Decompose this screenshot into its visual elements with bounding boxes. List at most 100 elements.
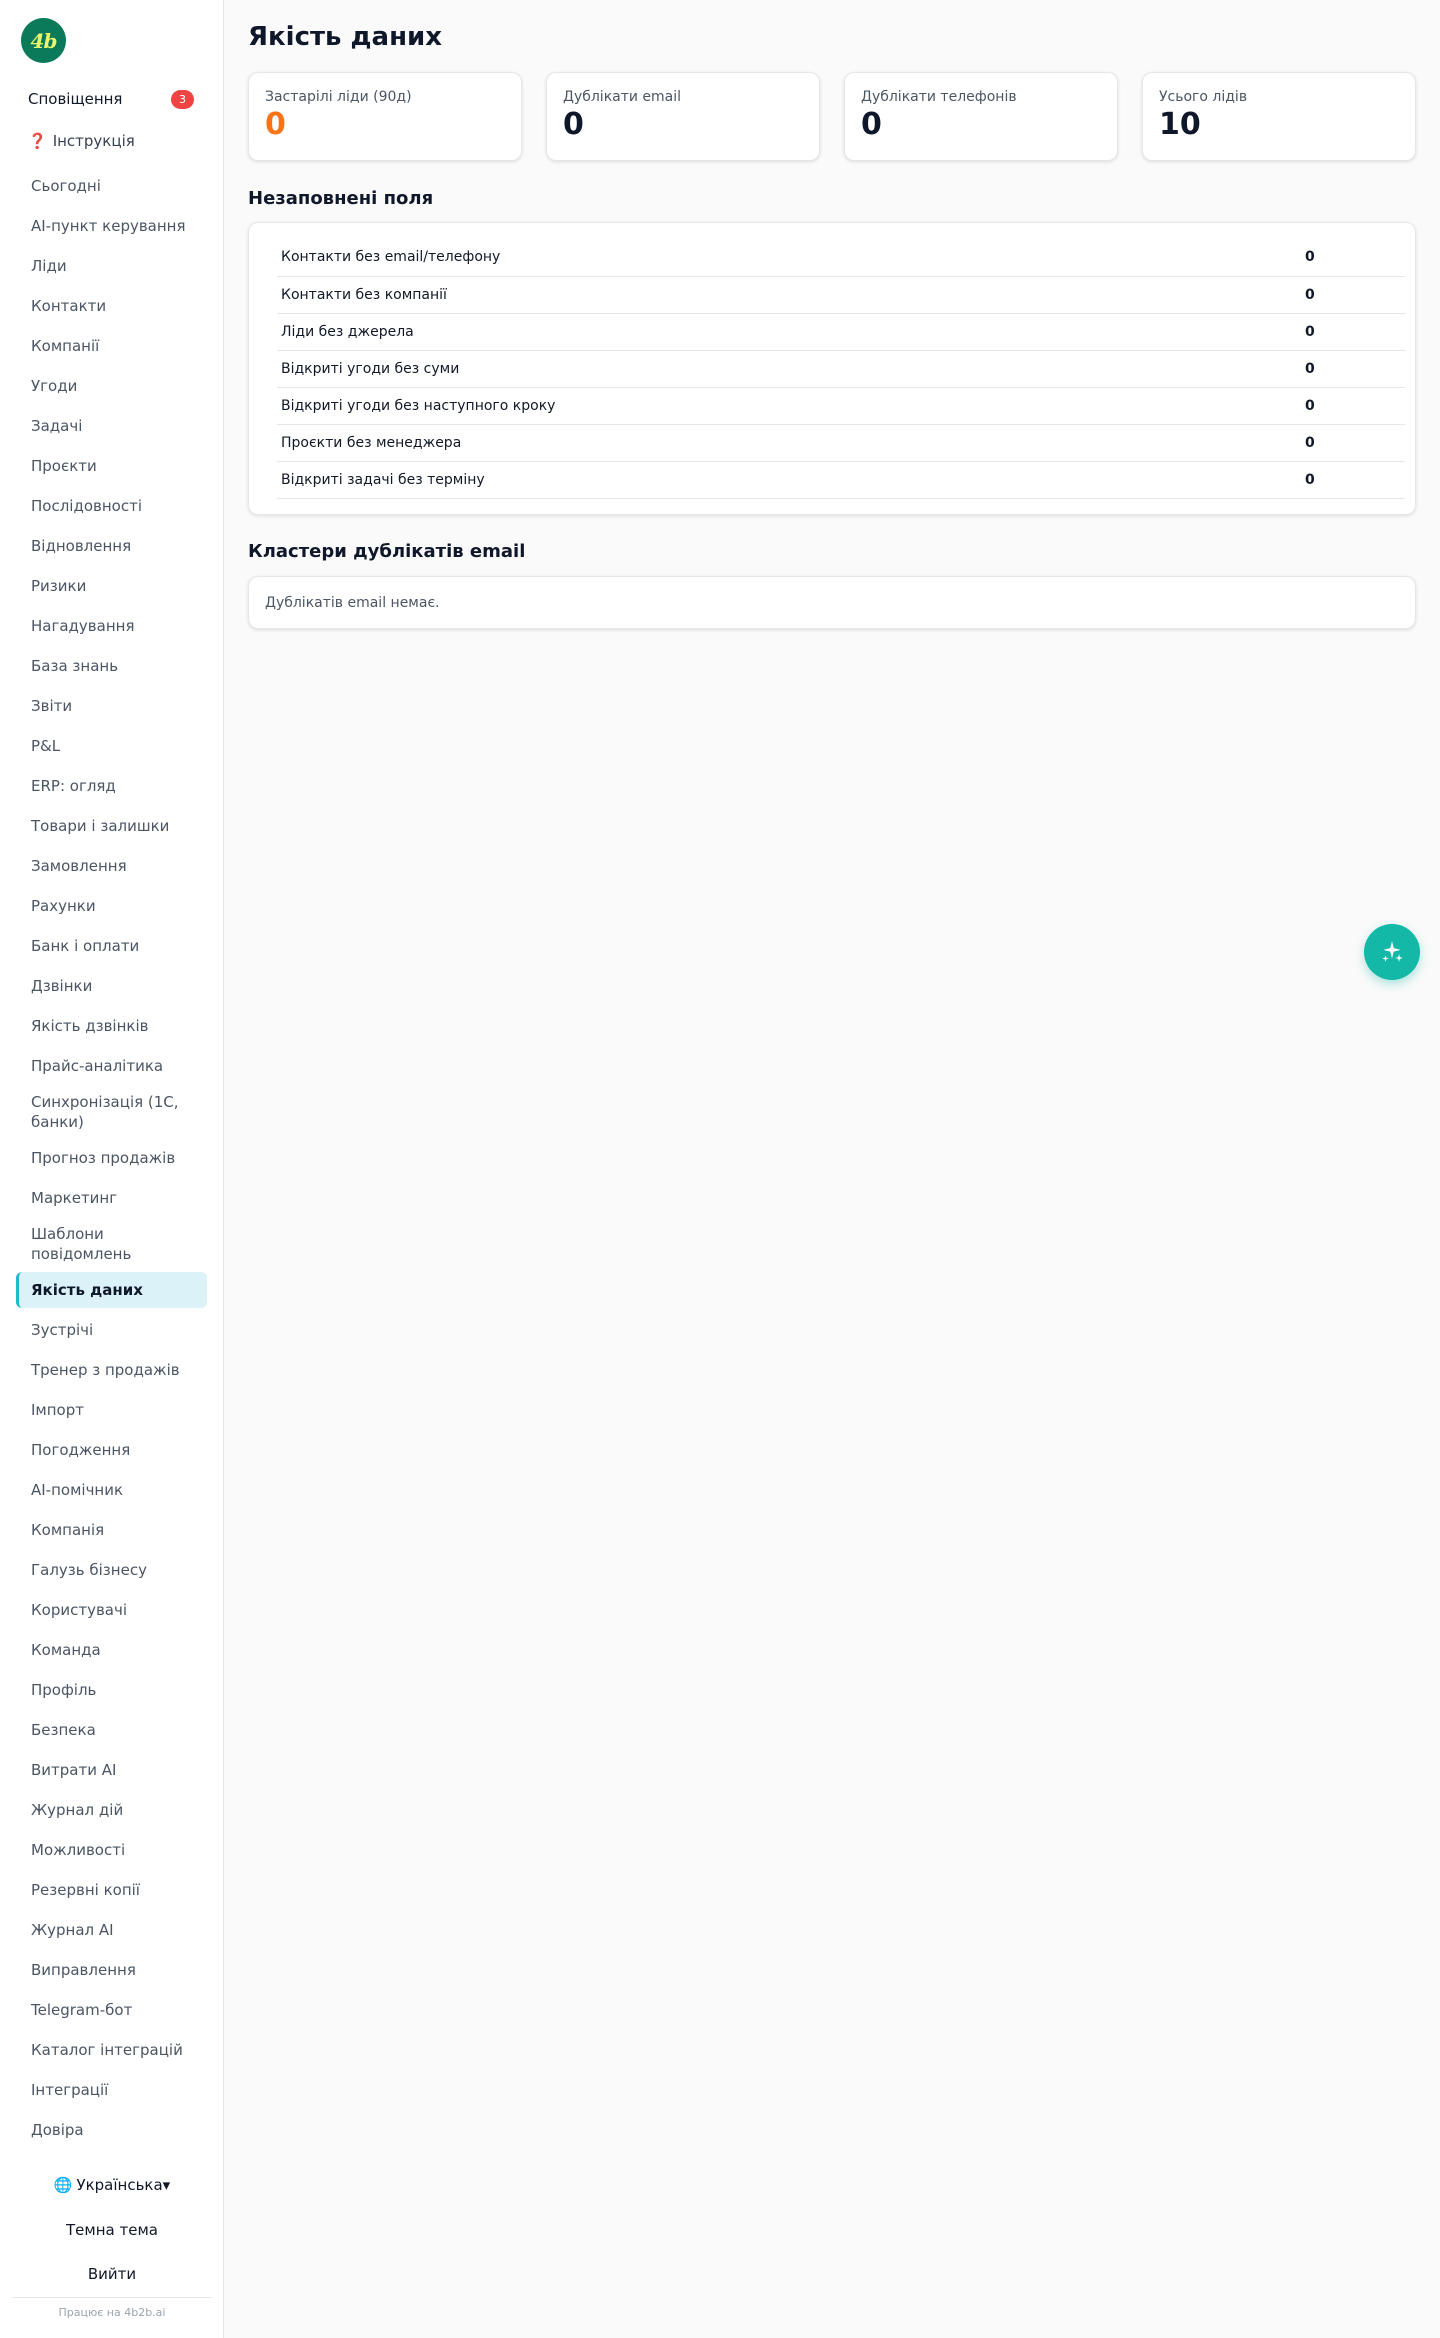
sidebar-item[interactable]: Можливості xyxy=(16,1832,207,1868)
sidebar-item[interactable]: Ліди xyxy=(16,248,207,284)
sidebar-item[interactable]: Витрати AI xyxy=(16,1752,207,1788)
sidebar-item[interactable]: Компанії xyxy=(16,328,207,364)
sidebar-item[interactable]: Звіти xyxy=(16,688,207,724)
stat-card-stale-leads: Застарілі ліди (90д) 0 xyxy=(248,72,522,161)
sidebar-item[interactable]: Ризики xyxy=(16,568,207,604)
sidebar-item[interactable]: Послідовності xyxy=(16,488,207,524)
table-row: Проєкти без менеджера 0 xyxy=(277,424,1405,462)
sidebar-divider xyxy=(12,2297,212,2298)
stat-card-total-leads: Усього лідів 10 xyxy=(1142,72,1416,161)
sidebar-item[interactable]: Компанія xyxy=(16,1512,207,1548)
sidebar-item[interactable]: Задачі xyxy=(16,408,207,444)
stat-card-email-duplicates: Дублікати email 0 xyxy=(546,72,820,161)
sidebar-item[interactable]: Товари і залишки xyxy=(16,808,207,844)
missing-field-label: Контакти без email/телефону xyxy=(277,239,1301,277)
email-duplicates-card: Дублікатів email немає. xyxy=(248,576,1416,629)
logo-text: 4b xyxy=(30,28,58,53)
missing-field-count: 0 xyxy=(1301,387,1405,425)
sidebar-item[interactable]: Користувачі xyxy=(16,1592,207,1628)
powered-by: Працює на 4b2b.ai xyxy=(58,2306,166,2319)
missing-fields-table: Контакти без email/телефону 0 Контакти без… xyxy=(277,239,1405,499)
sidebar-item[interactable]: Погодження xyxy=(16,1432,207,1468)
sidebar-item[interactable]: Прайс-аналітика xyxy=(16,1048,207,1084)
sidebar-item[interactable]: Команда xyxy=(16,1632,207,1668)
sidebar-item[interactable]: Журнал AI xyxy=(16,1912,207,1948)
stat-card-phone-duplicates: Дублікати телефонів 0 xyxy=(844,72,1118,161)
sidebar-item[interactable]: Дзвінки xyxy=(16,968,207,1004)
sidebar-item[interactable]: Сьогодні xyxy=(16,168,207,204)
app-logo[interactable]: 4b xyxy=(21,18,66,63)
stat-label: Усього лідів xyxy=(1159,89,1248,105)
instructions-label: Інструкція xyxy=(52,132,135,150)
stat-value: 0 xyxy=(265,107,286,142)
sidebar-item[interactable]: Синхронізація (1С, банки) xyxy=(16,1088,207,1136)
logout-button[interactable]: Вийти xyxy=(0,2261,224,2287)
sidebar-item[interactable]: Проєкти xyxy=(16,448,207,484)
sidebar-item[interactable]: Відновлення xyxy=(16,528,207,564)
sidebar-item[interactable]: Замовлення xyxy=(16,848,207,884)
table-row: Відкриті угоди без наступного кроку 0 xyxy=(277,387,1405,425)
stat-value: 0 xyxy=(861,107,882,142)
sidebar-item[interactable]: Профіль xyxy=(16,1672,207,1708)
sidebar-item[interactable]: Угоди xyxy=(16,368,207,404)
sidebar-item[interactable]: Банк і оплати xyxy=(16,928,207,964)
sidebar-item[interactable]: Прогноз продажів xyxy=(16,1140,207,1176)
table-row: Відкриті угоди без суми 0 xyxy=(277,350,1405,388)
table-row: Контакти без email/телефону 0 xyxy=(277,239,1405,277)
sidebar-item[interactable]: P&L xyxy=(16,728,207,764)
sidebar-item[interactable]: Галузь бізнесу xyxy=(16,1552,207,1588)
missing-fields-card: Контакти без email/телефону 0 Контакти без… xyxy=(248,222,1416,515)
missing-field-count: 0 xyxy=(1301,424,1405,462)
table-row: Контакти без компанії 0 xyxy=(277,276,1405,314)
sidebar-item[interactable]: Маркетинг xyxy=(16,1180,207,1216)
sidebar-item[interactable]: Тренер з продажів xyxy=(16,1352,207,1388)
sidebar-item[interactable]: Якість дзвінків xyxy=(16,1008,207,1044)
notifications-badge: 3 xyxy=(171,89,194,109)
sidebar-item[interactable]: Каталог інтеграцій xyxy=(16,2032,207,2068)
language-label: Українська▾ xyxy=(76,2176,171,2194)
sidebar-item[interactable]: Шаблони повідомлень xyxy=(16,1220,207,1268)
missing-field-count: 0 xyxy=(1301,276,1405,314)
notifications-link[interactable]: Сповіщення 3 xyxy=(28,88,194,110)
sidebar-item[interactable]: Telegram-бот xyxy=(16,1992,207,2028)
sidebar-item[interactable]: Довіра xyxy=(16,2112,207,2148)
missing-field-label: Проєкти без менеджера xyxy=(277,424,1301,462)
language-select[interactable]: 🌐 Українська▾ xyxy=(0,2172,224,2198)
sidebar-item[interactable]: ERP: огляд xyxy=(16,768,207,804)
sidebar-item[interactable]: Інтеграції xyxy=(16,2072,207,2108)
stat-value: 0 xyxy=(563,107,584,142)
sidebar-item[interactable]: База знань xyxy=(16,648,207,684)
missing-field-label: Відкриті угоди без наступного кроку xyxy=(277,387,1301,425)
sidebar: 4b Сповіщення 3 ❓ Інструкція Сьогодні AI-… xyxy=(0,0,224,2338)
sidebar-item[interactable]: AI-пункт керування xyxy=(16,208,207,244)
sidebar-item[interactable]: Виправлення xyxy=(16,1952,207,1988)
sidebar-item[interactable]: Безпека xyxy=(16,1712,207,1748)
sidebar-nav: Сьогодні AI-пункт керування Ліди Контакти Ко… xyxy=(16,168,207,2152)
table-row: Ліди без джерела 0 xyxy=(277,313,1405,351)
ai-assistant-button[interactable] xyxy=(1364,924,1420,980)
missing-field-count: 0 xyxy=(1301,461,1405,499)
sidebar-item[interactable]: Журнал дій xyxy=(16,1792,207,1828)
sidebar-item[interactable]: Якість даних xyxy=(16,1272,207,1308)
missing-field-label: Відкриті задачі без терміну xyxy=(277,461,1301,499)
notifications-label: Сповіщення xyxy=(28,90,123,108)
missing-field-count: 0 xyxy=(1301,313,1405,351)
sidebar-item[interactable]: Резервні копії xyxy=(16,1872,207,1908)
question-icon: ❓ xyxy=(28,132,47,150)
missing-field-label: Відкриті угоди без суми xyxy=(277,350,1301,388)
missing-field-count: 0 xyxy=(1301,239,1405,277)
sidebar-item[interactable]: Контакти xyxy=(16,288,207,324)
stat-label: Дублікати email xyxy=(563,89,682,105)
instructions-link[interactable]: ❓ Інструкція xyxy=(28,130,135,152)
stat-label: Дублікати телефонів xyxy=(861,89,1017,105)
page-title: Якість даних xyxy=(248,22,443,52)
globe-icon: 🌐 xyxy=(53,2176,73,2194)
theme-toggle[interactable]: Темна тема xyxy=(0,2217,224,2243)
sidebar-item[interactable]: Нагадування xyxy=(16,608,207,644)
stat-value: 10 xyxy=(1159,107,1201,142)
table-row: Відкриті задачі без терміну 0 xyxy=(277,461,1405,499)
sidebar-item[interactable]: Рахунки xyxy=(16,888,207,924)
sidebar-item[interactable]: Зустрічі xyxy=(16,1312,207,1348)
sidebar-item[interactable]: AI-помічник xyxy=(16,1472,207,1508)
sidebar-item[interactable]: Імпорт xyxy=(16,1392,207,1428)
